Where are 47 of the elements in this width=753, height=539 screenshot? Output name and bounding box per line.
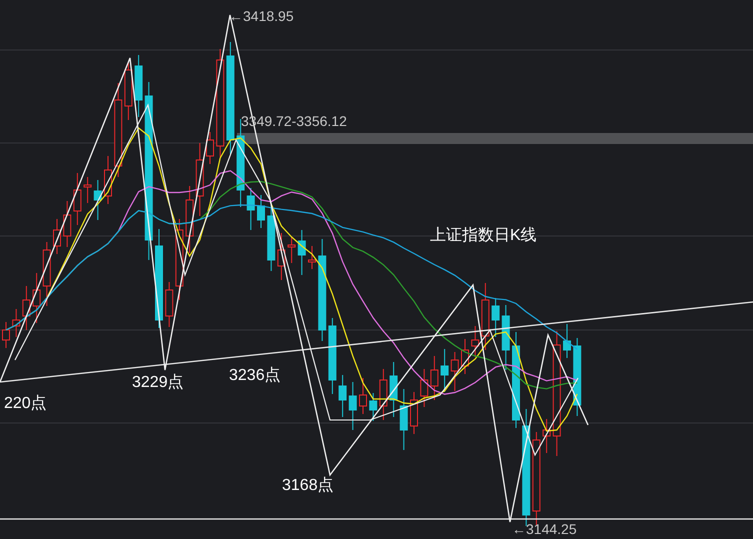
candlestick — [257, 194, 265, 228]
candlestick — [22, 286, 30, 330]
candlestick — [420, 368, 428, 408]
candlestick — [379, 368, 388, 420]
candlestick — [471, 326, 480, 358]
candlestick — [481, 282, 490, 350]
candlestick — [246, 188, 255, 230]
point-label: 3236点 — [229, 367, 281, 384]
candlestick — [369, 392, 378, 422]
candlestick — [134, 54, 143, 118]
candlestick — [359, 378, 367, 414]
candlestick — [277, 232, 286, 280]
candlestick — [206, 132, 214, 164]
candlestick — [492, 298, 500, 338]
candlestick — [63, 200, 72, 248]
candlestick — [186, 186, 194, 254]
price-label: ←3418.95 — [229, 8, 294, 24]
candlestick — [94, 180, 102, 220]
candlestick — [400, 388, 408, 450]
candlestick — [450, 352, 459, 392]
candlestick — [348, 382, 357, 430]
price-label: ←3144.25 — [512, 521, 577, 537]
chart-title: 上证指数日K线 — [430, 227, 537, 244]
candlestick — [53, 218, 61, 254]
candlestick — [165, 282, 174, 328]
point-label: 3168点 — [282, 477, 334, 494]
candlestick — [440, 348, 449, 392]
point-label: 3229点 — [132, 374, 184, 391]
candlestick — [308, 246, 316, 270]
candlestick — [124, 62, 132, 120]
candlestick — [288, 236, 296, 264]
candlestick — [502, 304, 510, 370]
candlestick — [338, 374, 347, 418]
candlestick — [390, 362, 398, 418]
candlestick — [563, 324, 571, 358]
candlestick — [12, 308, 20, 338]
candlestick — [32, 272, 41, 324]
candlestick — [410, 392, 418, 434]
candlestick — [461, 338, 469, 374]
point-label: 220点 — [4, 395, 47, 412]
candlestick — [542, 418, 551, 454]
candlestick — [430, 356, 438, 400]
candlestick — [73, 172, 82, 226]
candlestick — [84, 176, 92, 204]
candlestick — [42, 242, 51, 306]
candlestick — [104, 156, 112, 204]
candlestick — [298, 230, 306, 276]
